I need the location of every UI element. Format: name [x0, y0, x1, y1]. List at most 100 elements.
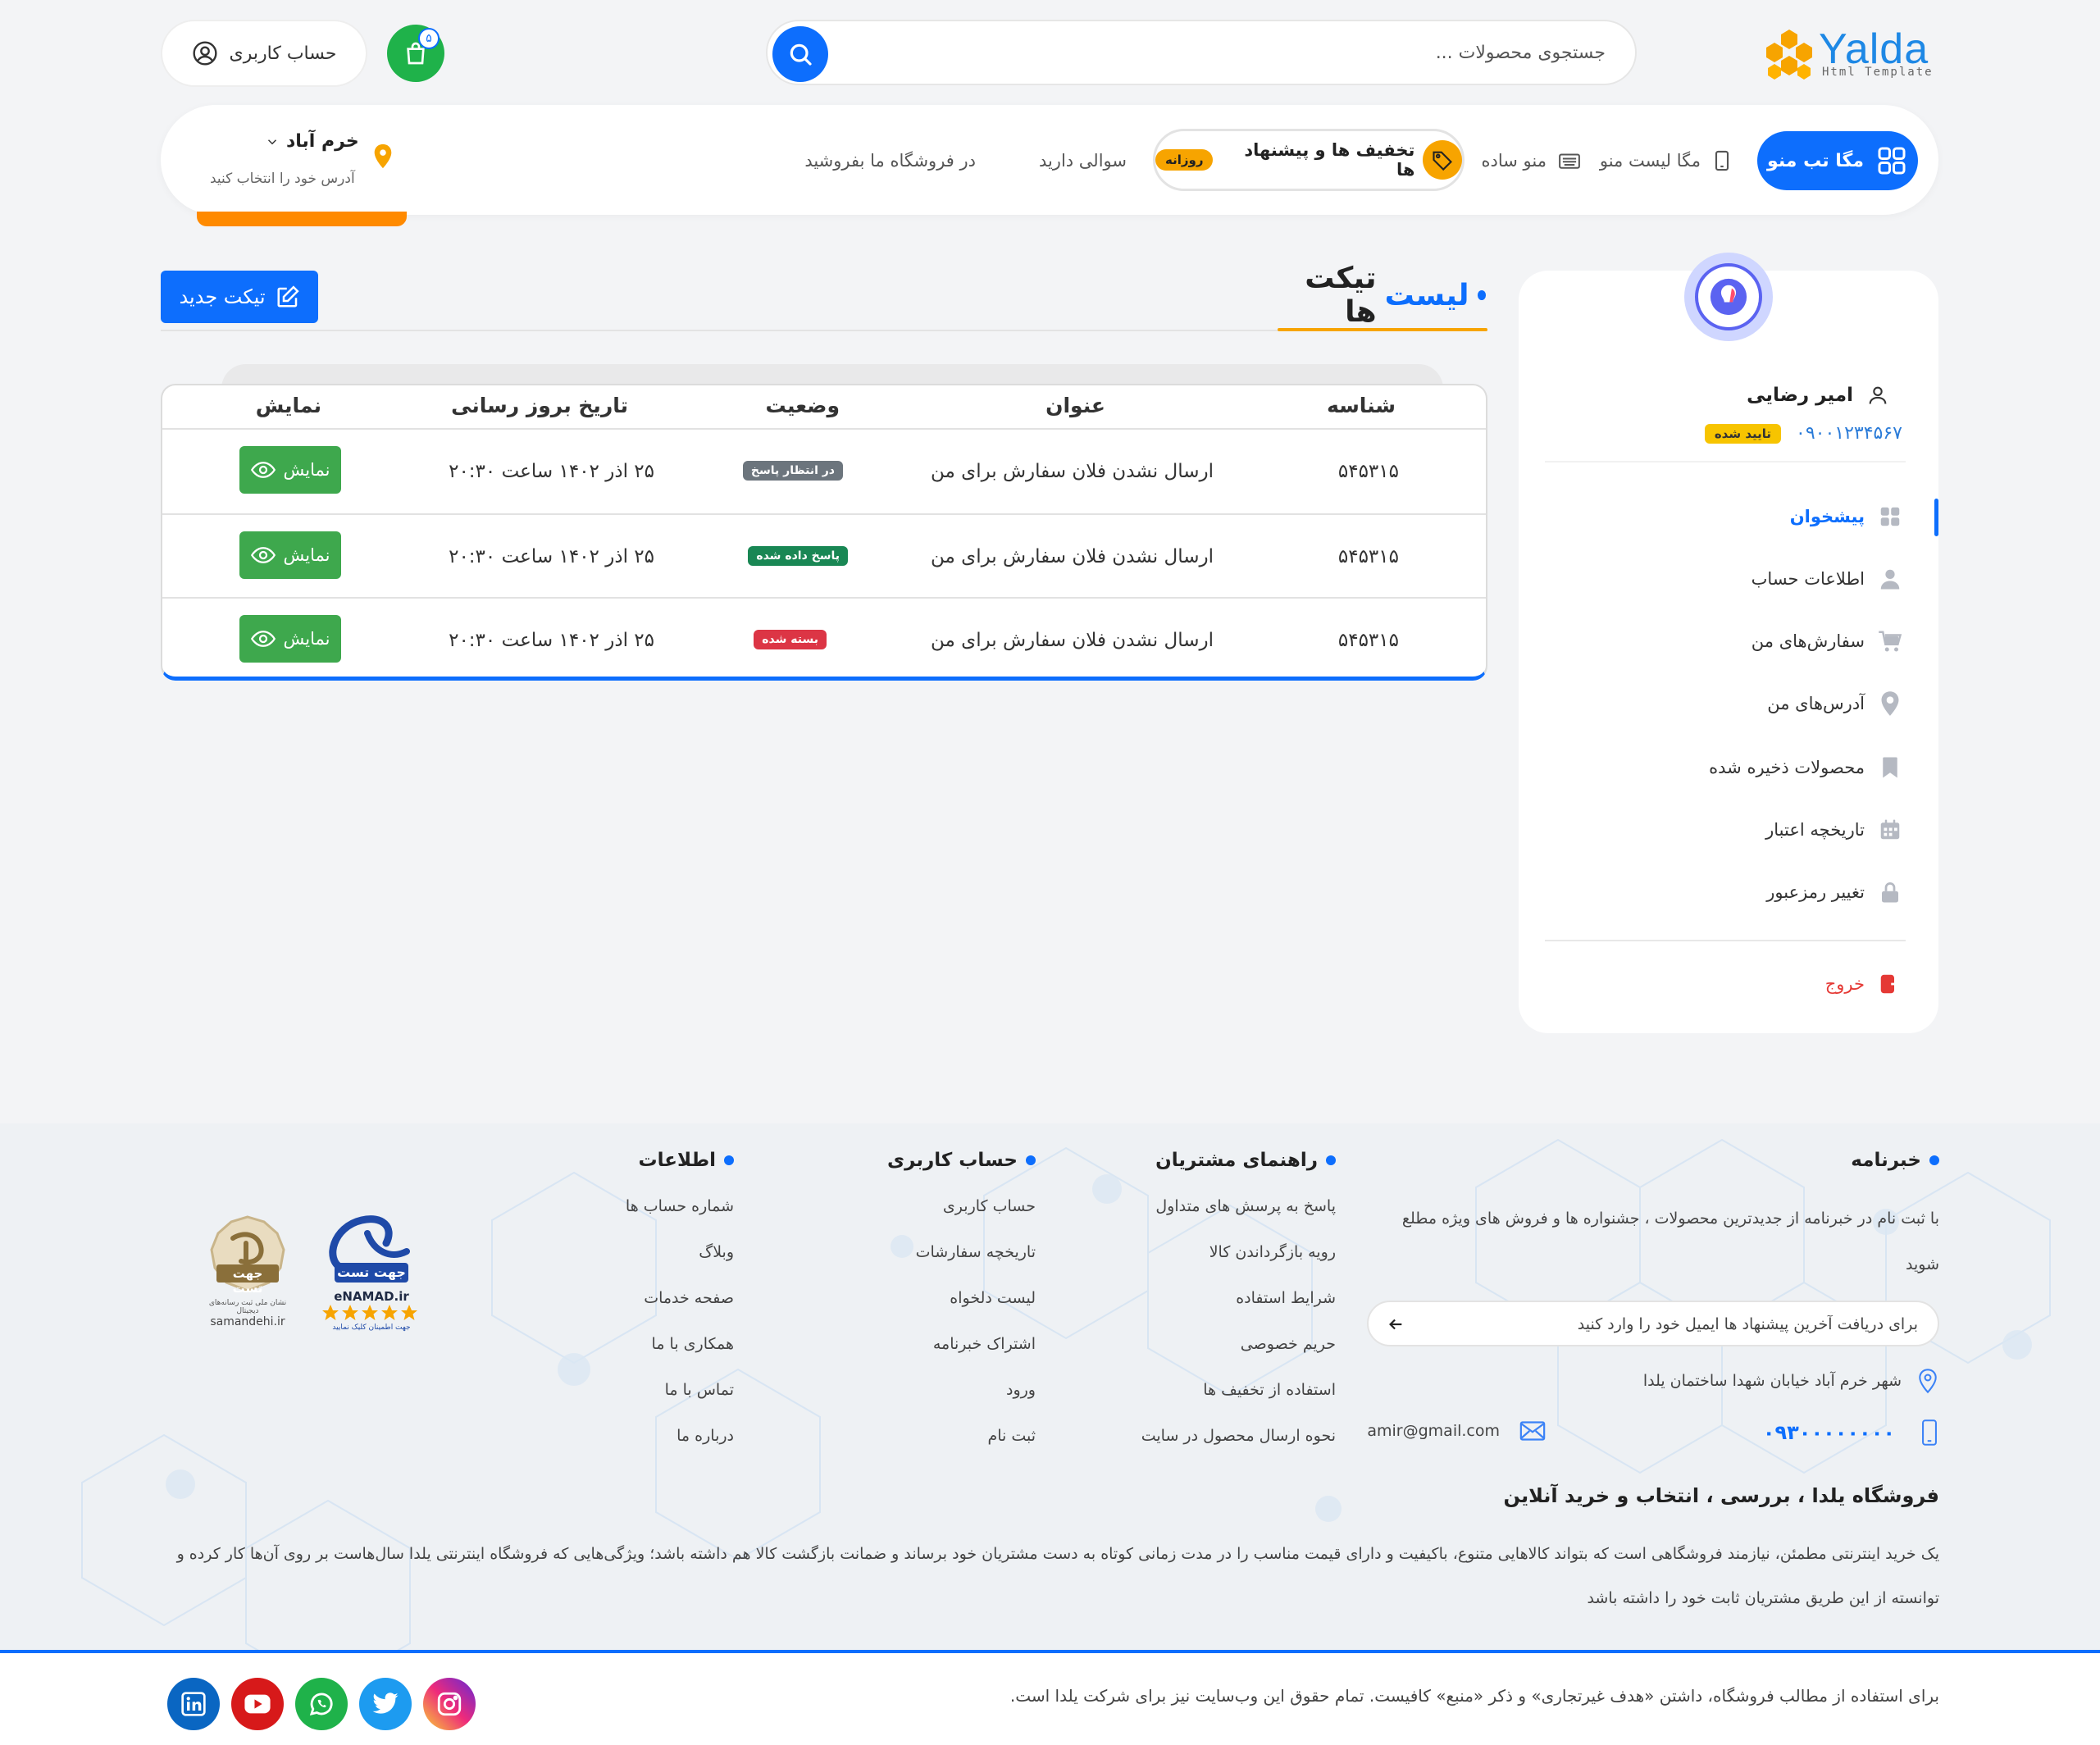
site-logo[interactable]: Yalda Html Template	[1763, 25, 1935, 82]
newsletter-text: با ثبت نام در خبرنامه از جدیدترین محصولا…	[1401, 1210, 1939, 1273]
mail-icon	[1519, 1421, 1546, 1441]
view-ticket-button[interactable]: نمایش	[239, 446, 341, 494]
nav-mega-tab-menu[interactable]: مگا تب منو	[1757, 131, 1918, 190]
col-header-status: وضعیت	[765, 394, 840, 417]
location-city: خرم آباد	[286, 131, 359, 152]
whatsapp-icon	[309, 1693, 333, 1716]
sidebar-item-saved-products[interactable]: محصولات ذخیره شده	[1709, 749, 1902, 786]
account-links-title: حساب کاربری	[887, 1150, 1036, 1171]
footer-link[interactable]: لیست دلخواه	[950, 1289, 1036, 1307]
nav-question[interactable]: سوالی دارید	[1039, 131, 1127, 190]
lock-icon	[1882, 882, 1898, 903]
whatsapp-button[interactable]	[295, 1678, 348, 1730]
twitter-icon	[372, 1693, 399, 1714]
arrow-left-icon[interactable]	[1387, 1315, 1405, 1333]
twitter-button[interactable]	[359, 1678, 412, 1730]
dashboard-grid-icon	[1880, 507, 1900, 526]
page-title-part1: لیست	[1384, 278, 1469, 312]
search-button[interactable]	[772, 26, 828, 82]
footer-link[interactable]: وبلاگ	[699, 1243, 734, 1261]
footer-link[interactable]: نحوه ارسال محصول در سایت	[1141, 1427, 1336, 1445]
phone-device-icon	[1715, 150, 1729, 171]
linkedin-icon	[181, 1692, 206, 1716]
ticket-subject: ارسال نشدن فلان سفارش برای من	[931, 630, 1214, 651]
footer-phone[interactable]: ۰۹۳۰۰۰۰۰۰۰۰	[1763, 1419, 1939, 1447]
footer-link[interactable]: تماس با ما	[665, 1381, 734, 1399]
account-button[interactable]: حساب کاربری	[161, 20, 367, 87]
footer-link[interactable]: پاسخ به پرسش های متداول	[1155, 1197, 1336, 1215]
calendar-icon	[1880, 819, 1900, 840]
footer-link[interactable]: شماره حساب ها	[626, 1197, 734, 1215]
footer: خبرنامه با ثبت نام در خبرنامه از جدیدتری…	[0, 1123, 2100, 1655]
footer-link[interactable]: تاریخچه سفارشات	[916, 1243, 1036, 1261]
youtube-button[interactable]	[231, 1678, 284, 1730]
sidebar-item-logout[interactable]: خروج	[1825, 966, 1902, 1002]
footer-email[interactable]: amir@gmail.com	[1367, 1420, 1546, 1442]
samandehi-badge[interactable]: جهت تست نشان ملی ثبت رسانه‌های دیجیتال s…	[200, 1214, 295, 1337]
cart-icon	[1879, 631, 1902, 652]
footer-link[interactable]: درباره ما	[676, 1427, 734, 1445]
user-phone: ۰۹۰۰۱۲۳۴۵۶۷ تایید شده	[1704, 423, 1902, 444]
nav-mega-list-menu[interactable]: مگا لیست منو	[1600, 131, 1733, 190]
footer-link[interactable]: رویه بازگرداندن کالا	[1209, 1243, 1336, 1261]
copyright-bar: برای استفاده از مطالب فروشگاه، داشتن «هد…	[0, 1650, 2100, 1745]
location-selector[interactable]: خرم آباد	[265, 131, 359, 152]
view-ticket-button[interactable]: نمایش	[239, 615, 341, 663]
linkedin-button[interactable]	[167, 1678, 220, 1730]
eye-icon	[250, 462, 276, 478]
col-header-updated: تاریخ بروز رسانی	[451, 394, 628, 417]
view-ticket-button[interactable]: نمایش	[239, 531, 341, 579]
nav-simple-menu-label: منو ساده	[1481, 151, 1547, 171]
newsletter-email-input[interactable]	[1426, 1310, 1918, 1338]
eye-icon	[250, 547, 276, 563]
footer-link[interactable]: شرایط استفاده	[1236, 1289, 1336, 1307]
orange-accent-strip	[197, 212, 407, 226]
footer-link[interactable]: ثبت نام	[987, 1427, 1036, 1445]
cart-count-badge: ۵	[418, 28, 440, 49]
daily-badge: روزانه	[1155, 149, 1214, 171]
row-divider	[162, 513, 1486, 515]
footer-link[interactable]: ورود	[1006, 1381, 1036, 1399]
footer-link[interactable]: همکاری با ما	[652, 1335, 734, 1353]
keyboard-icon	[1559, 153, 1580, 169]
tickets-table: شناسه عنوان وضعیت تاریخ بروز رسانی نمایش…	[161, 384, 1487, 681]
ticket-id: ۵۴۵۳۱۵	[1337, 461, 1399, 482]
search-input[interactable]	[868, 34, 1606, 71]
ticket-subject: ارسال نشدن فلان سفارش برای من	[931, 461, 1214, 482]
newsletter-form	[1367, 1301, 1939, 1346]
cart-button[interactable]: ۵	[387, 25, 444, 82]
search-icon	[790, 43, 812, 66]
account-sidebar: امیر رضایی ۰۹۰۰۱۲۳۴۵۶۷ تایید شده پیشخوان…	[1519, 271, 1938, 1033]
sidebar-divider-bottom	[1545, 940, 1906, 941]
user-avatar[interactable]	[1683, 244, 1774, 349]
sidebar-item-dashboard[interactable]: پیشخوان	[1790, 499, 1902, 535]
newsletter-title: خبرنامه	[1851, 1150, 1939, 1171]
footer-link[interactable]: حساب کاربری	[943, 1197, 1036, 1215]
nav-discounts[interactable]: تخفیف ها و پیشنهاد ها روزانه	[1153, 129, 1465, 191]
nav-sell[interactable]: در فروشگاه ما بفروشید	[804, 131, 976, 190]
col-header-id: شناسه	[1327, 394, 1396, 417]
sidebar-item-orders[interactable]: سفارش‌های من	[1752, 623, 1902, 659]
about-title: فروشگاه یلدا ، بررسی ، انتخاب و خرید آنل…	[1503, 1484, 1939, 1507]
sidebar-item-change-password[interactable]: تغییر رمزعبور	[1766, 874, 1902, 910]
instagram-icon	[437, 1692, 462, 1716]
footer-link[interactable]: حریم خصوصی	[1241, 1335, 1336, 1353]
about-text: یک خرید اینترنتی مطمئن، نیازمند فروشگاهی…	[176, 1545, 1939, 1607]
location-pin-icon	[372, 143, 394, 171]
bookmark-icon	[1883, 757, 1897, 778]
row-divider	[162, 597, 1486, 599]
new-ticket-button[interactable]: تیکت جدید	[161, 271, 318, 323]
chevron-down-icon	[267, 139, 277, 144]
sidebar-item-account-info[interactable]: اطلاعات حساب	[1752, 561, 1902, 597]
status-badge: پاسخ داده شده	[748, 546, 848, 566]
nav-simple-menu[interactable]: منو ساده	[1482, 131, 1583, 190]
instagram-button[interactable]	[423, 1678, 476, 1730]
enamad-badge[interactable]: جهت تست eNAMAD.ir جهت اطمینان کلیک نمایی…	[317, 1210, 426, 1333]
map-pin-icon	[1881, 691, 1899, 716]
footer-link[interactable]: اشتراک خبرنامه	[933, 1335, 1036, 1353]
sidebar-item-credit-history[interactable]: تاریخچه اعتبار	[1765, 812, 1902, 848]
footer-link[interactable]: صفحه خدمات	[644, 1289, 734, 1307]
footer-link[interactable]: استفاده از تخفیف ها	[1203, 1381, 1336, 1399]
col-header-subject: عنوان	[1045, 394, 1105, 417]
sidebar-item-addresses[interactable]: آدرس‌های من	[1767, 686, 1902, 722]
